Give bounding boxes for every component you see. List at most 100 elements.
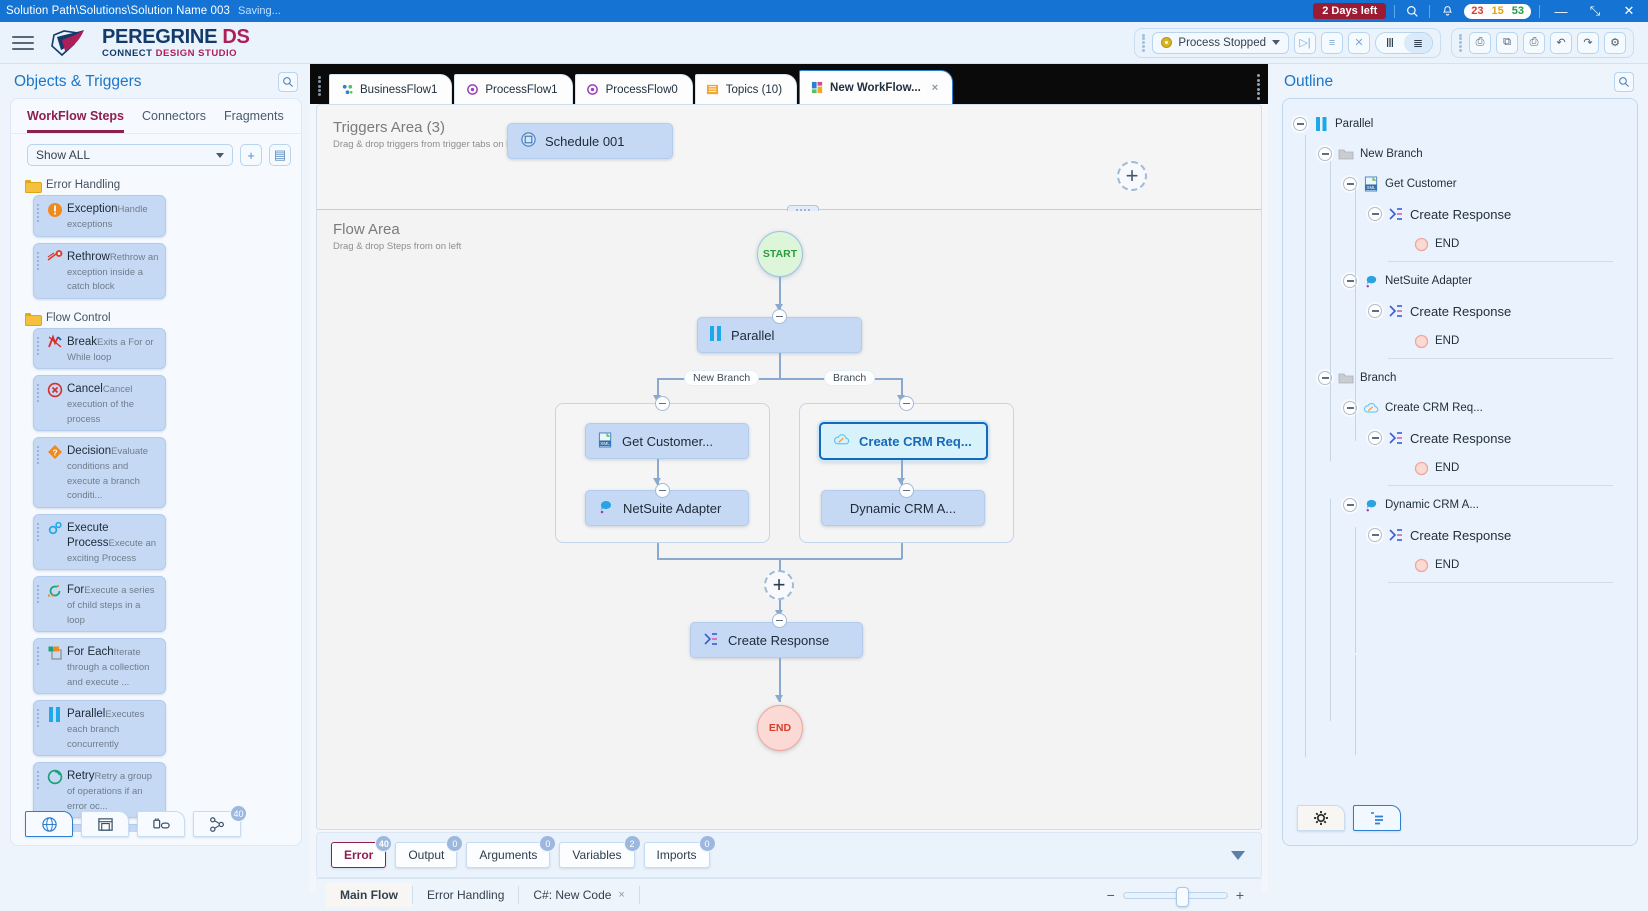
outline-item[interactable]: Create CRM Req... xyxy=(1293,393,1637,423)
drag-handle[interactable] xyxy=(37,381,42,425)
expand-toggle-icon[interactable] xyxy=(1368,207,1382,221)
show-all-select[interactable]: Show ALL xyxy=(27,144,233,166)
drag-handle[interactable] xyxy=(37,644,42,688)
collapse-toggle-create-response[interactable] xyxy=(772,613,787,628)
file-tab[interactable]: ProcessFlow1 xyxy=(454,74,573,104)
rows-view-button[interactable]: ≣ xyxy=(1404,32,1432,53)
collapse-toggle-left-branch[interactable] xyxy=(655,396,670,411)
bottom-tab[interactable]: Imports 0 xyxy=(643,835,716,868)
outline-item[interactable]: Create Response xyxy=(1293,423,1637,453)
drag-handle[interactable] xyxy=(37,520,42,565)
triggers-area[interactable]: Triggers Area (3) Drag & drop triggers f… xyxy=(317,105,1261,210)
tab-fragments[interactable]: Fragments xyxy=(224,109,284,133)
outline-item[interactable]: Create Response xyxy=(1293,199,1637,229)
collapse-toggle-parallel[interactable] xyxy=(772,309,787,324)
search-icon[interactable] xyxy=(1614,72,1634,92)
bottom-tab[interactable]: Output 0 xyxy=(395,835,464,868)
search-icon[interactable] xyxy=(1403,2,1421,20)
view-toggle[interactable]: Ⅲ ≣ xyxy=(1375,31,1433,54)
left-bottom-tab-archive[interactable] xyxy=(81,811,129,837)
expand-toggle-icon[interactable] xyxy=(1368,528,1382,542)
minimize-button[interactable]: — xyxy=(1548,0,1574,22)
step-library-list[interactable]: Error Handling ExceptionHandle exceptions… xyxy=(11,172,301,832)
zoom-slider-thumb[interactable] xyxy=(1175,886,1189,907)
undo-button[interactable]: ↶ xyxy=(1550,31,1572,54)
node-create-crm-request[interactable]: Create CRM Req... xyxy=(819,422,988,460)
node-end[interactable]: END xyxy=(757,705,803,751)
drag-handle[interactable] xyxy=(37,201,42,231)
add-step-button-join[interactable]: + xyxy=(764,570,794,600)
step-group-header[interactable]: Error Handling xyxy=(19,172,295,195)
drag-handle[interactable] xyxy=(37,334,42,364)
flow-tab[interactable]: Error Handling xyxy=(413,883,518,907)
outline-bottom-tab-outline[interactable] xyxy=(1353,805,1401,831)
file-tab[interactable]: Topics (10) xyxy=(694,74,798,104)
paste-button[interactable]: ⎙ xyxy=(1523,31,1545,54)
step-card[interactable]: BreakExits a For or While loop xyxy=(33,327,166,369)
search-icon[interactable] xyxy=(278,72,298,92)
outline-item[interactable]: Branch xyxy=(1293,363,1637,393)
outline-item[interactable]: END xyxy=(1293,326,1637,356)
expand-toggle-icon[interactable] xyxy=(1343,498,1357,512)
outline-item[interactable]: NetSuite Adapter xyxy=(1293,266,1637,296)
drag-handle[interactable] xyxy=(37,443,42,502)
stop-button[interactable]: ✕ xyxy=(1348,31,1370,54)
expand-toggle-icon[interactable] xyxy=(1368,431,1382,445)
bottom-tab[interactable]: Arguments 0 xyxy=(466,835,557,868)
expand-toggle-icon[interactable] xyxy=(1293,117,1307,131)
step-card[interactable]: ForExecute a series of child steps in a … xyxy=(33,576,166,632)
zoom-out-button[interactable]: − xyxy=(1107,887,1115,903)
outline-item[interactable]: END xyxy=(1293,453,1637,483)
expand-toggle-icon[interactable] xyxy=(1368,304,1382,318)
step-card[interactable]: CancelCancel execution of the process xyxy=(33,375,166,431)
branch-label-right[interactable]: Branch xyxy=(825,371,875,385)
flow-tab[interactable]: Main Flow xyxy=(326,883,412,907)
expand-toggle-icon[interactable] xyxy=(1318,147,1332,161)
hamburger-menu-icon[interactable] xyxy=(10,30,36,56)
drag-handle[interactable] xyxy=(37,706,42,750)
step-card[interactable]: ? DecisionEvaluate conditions and execute… xyxy=(33,437,166,508)
outline-item[interactable]: New Branch xyxy=(1293,139,1637,169)
workflow-canvas[interactable]: Triggers Area (3) Drag & drop triggers f… xyxy=(316,104,1262,830)
node-get-customer[interactable]: XML Get Customer... xyxy=(585,423,749,459)
tab-connectors[interactable]: Connectors xyxy=(142,109,206,133)
outline-item[interactable]: Create Response xyxy=(1293,520,1637,550)
drag-handle[interactable] xyxy=(37,249,42,293)
flow-tab[interactable]: C#: New Code × xyxy=(519,883,638,907)
drag-handle[interactable] xyxy=(37,768,42,812)
process-status-select[interactable]: Process Stopped xyxy=(1152,31,1289,54)
tab-workflow-steps[interactable]: WorkFlow Steps xyxy=(27,109,125,133)
drag-handle[interactable] xyxy=(318,76,323,96)
drag-handle[interactable] xyxy=(1142,33,1147,52)
step-card[interactable]: ExceptionHandle exceptions xyxy=(33,195,166,237)
copy-button[interactable]: ⧉ xyxy=(1496,31,1518,54)
zoom-slider[interactable] xyxy=(1122,886,1228,907)
add-step-button[interactable]: + xyxy=(240,144,262,166)
outline-item[interactable]: XML Get Customer xyxy=(1293,169,1637,199)
left-bottom-tab-plug[interactable] xyxy=(137,811,185,837)
notification-bell-icon[interactable] xyxy=(1438,2,1456,20)
collapse-toggle-netsuite[interactable] xyxy=(655,483,670,498)
tab-overflow-handle[interactable] xyxy=(1254,74,1262,100)
step-card[interactable]: Execute ProcessExecute an exciting Proce… xyxy=(33,513,166,570)
step-card[interactable]: RethrowRethrow an exception inside a cat… xyxy=(33,242,166,299)
step-card[interactable]: For EachIterate through a collection and… xyxy=(33,638,166,694)
zoom-control[interactable]: − + xyxy=(1107,886,1262,907)
zoom-in-button[interactable]: + xyxy=(1236,887,1244,903)
branch-label-left[interactable]: New Branch xyxy=(685,371,759,385)
run-button[interactable]: ▷| xyxy=(1294,31,1316,54)
step-group-header[interactable]: Flow Control xyxy=(19,305,295,328)
bottom-tab[interactable]: Error 40 xyxy=(331,835,393,868)
outline-item[interactable]: Dynamic CRM A... xyxy=(1293,490,1637,520)
step-card[interactable]: RetryRetry a group of operations if an e… xyxy=(33,762,166,818)
flow-area[interactable]: Flow Area Drag & drop Steps from on left… xyxy=(317,211,1261,829)
columns-view-button[interactable]: Ⅲ xyxy=(1376,33,1404,53)
left-bottom-tab-globe[interactable] xyxy=(25,811,73,837)
file-tab[interactable]: New WorkFlow... × xyxy=(799,70,954,104)
outline-tree[interactable]: Parallel New Branch XML Get Customer Create … xyxy=(1283,99,1637,789)
outline-item[interactable]: Create Response xyxy=(1293,296,1637,326)
collapse-panel-caret-icon[interactable] xyxy=(1231,850,1245,860)
drag-handle[interactable] xyxy=(1459,33,1464,52)
maximize-button[interactable]: ⤡ xyxy=(1582,0,1608,22)
redo-button[interactable]: ↷ xyxy=(1577,31,1599,54)
